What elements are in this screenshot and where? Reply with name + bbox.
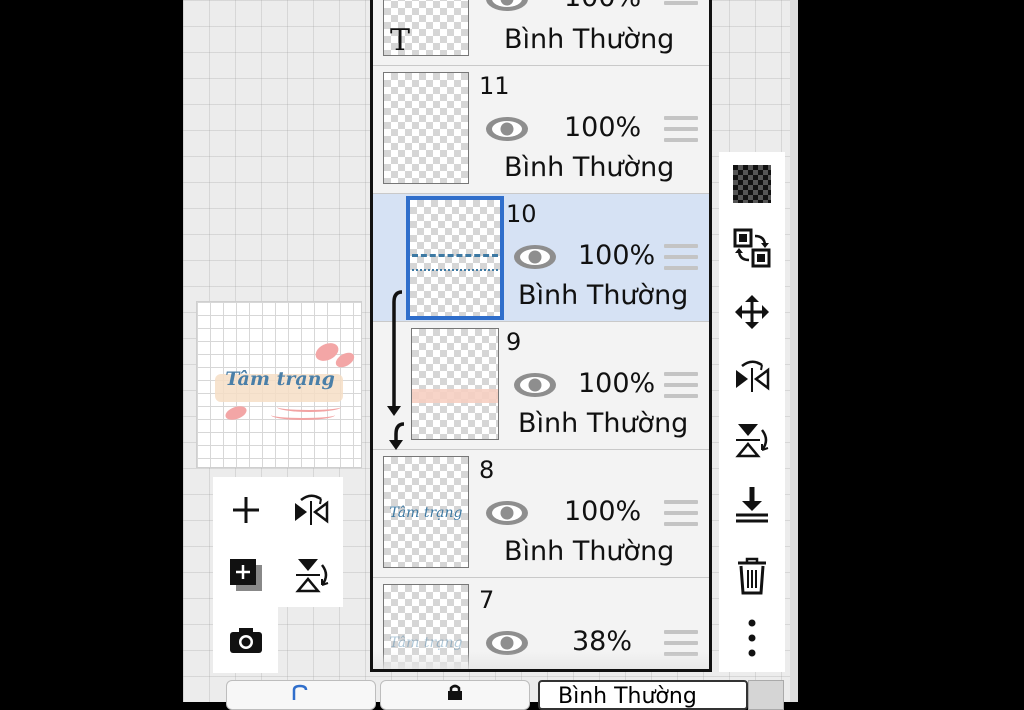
layer-number: 8 [479,456,495,484]
layer-number: 10 [506,200,537,228]
clipping-arrow-icon [387,290,405,450]
move-icon [735,295,769,329]
merge-down-icon [736,487,768,523]
layer-blend-mode[interactable]: Bình Thường [518,408,688,439]
move-layer-button[interactable] [719,280,785,344]
clip-icon [292,684,308,700]
transparency-checker-icon [733,165,771,203]
layer-number: 9 [506,328,522,356]
camera-button[interactable] [213,607,278,672]
merge-down-button[interactable] [719,472,785,536]
drag-handle[interactable] [664,116,698,149]
layer-tools-panel [213,477,343,607]
layer-actions-toolbar [719,152,785,672]
flip-horizontal-icon [294,494,328,525]
clipping-button[interactable] [226,680,376,710]
canvas-edge [790,0,798,702]
preview-blob [223,403,249,423]
layer-thumbnail [406,196,504,320]
flip-vertical-button[interactable] [278,542,343,607]
swap-layer-icon [733,228,771,268]
flip-vertical-icon [735,424,769,458]
pink-band [412,389,498,403]
eye-icon[interactable] [484,114,530,144]
layer-opacity[interactable]: 100% [564,0,641,13]
drag-handle[interactable] [664,244,698,277]
eye-icon[interactable] [484,0,530,14]
layer-thumb-text: Tâm trạng [389,635,463,651]
flip-vertical-icon [294,558,328,592]
flip-layer-vertical-button[interactable] [719,408,785,472]
add-layer-copy-button[interactable] [213,542,278,607]
preview-title: Tâm trạng [225,368,335,390]
drag-handle[interactable] [664,372,698,405]
layer-thumbnail: T [383,0,469,56]
layer-opacity[interactable]: 100% [578,240,655,271]
add-layer-button[interactable] [213,477,278,542]
panel-fade [373,652,709,669]
layer-thumbnail [383,72,469,184]
layer-thumb-text: Tâm trạng [389,505,463,521]
camera-icon [229,627,262,653]
layer-blend-mode[interactable]: Bình Thường [504,152,674,183]
layer-opacity[interactable]: 100% [578,368,655,399]
layers-panel: T 100% Bình Thường 11 100% Bình Thường 1… [370,0,712,672]
blend-mode-dropdown-button[interactable] [748,680,784,710]
eye-icon[interactable] [512,370,558,400]
layer-thumbnail [411,328,499,440]
flip-horizontal-button[interactable] [278,477,343,542]
layer-number: 11 [479,72,510,100]
more-vertical-icon [748,619,756,657]
layer-row[interactable]: T 100% Bình Thường [373,0,709,66]
layer-number: 7 [479,586,495,614]
layer-row[interactable]: 9 100% Bình Thường [373,322,709,450]
layer-row-selected[interactable]: 10 100% Bình Thường [373,194,709,322]
swap-layer-button[interactable] [719,216,785,280]
drag-handle[interactable] [664,0,698,12]
plus-icon [232,496,259,523]
add-layer-icon [229,558,262,591]
lock-icon [448,684,462,700]
blend-mode-select[interactable]: Bình Thường [538,680,748,710]
transparency-button[interactable] [719,152,785,216]
layer-thumbnail: Tâm trạng [383,456,469,568]
delete-layer-button[interactable] [719,544,785,608]
more-options-button[interactable] [719,606,785,670]
flip-horizontal-icon [736,360,770,392]
layer-blend-mode[interactable]: Bình Thường [504,24,674,55]
layer-opacity[interactable]: 100% [564,496,641,527]
trash-icon [738,557,766,595]
layer-blend-mode[interactable]: Bình Thường [518,280,688,311]
drag-handle[interactable] [664,500,698,533]
camera-tool-panel [213,607,278,673]
eye-icon[interactable] [512,242,558,272]
layer-blend-mode[interactable]: Bình Thường [504,536,674,567]
preview-wave [271,410,335,420]
text-layer-icon: T [390,23,411,56]
layer-opacity[interactable]: 100% [564,112,641,143]
text-stroke [412,254,498,271]
flip-layer-horizontal-button[interactable] [719,344,785,408]
canvas-preview[interactable]: Tâm trạng [196,301,362,468]
eye-icon[interactable] [484,498,530,528]
layer-row[interactable]: 11 100% Bình Thường [373,66,709,194]
layer-row[interactable]: Tâm trạng 8 100% Bình Thường [373,450,709,578]
lock-button[interactable] [380,680,530,710]
